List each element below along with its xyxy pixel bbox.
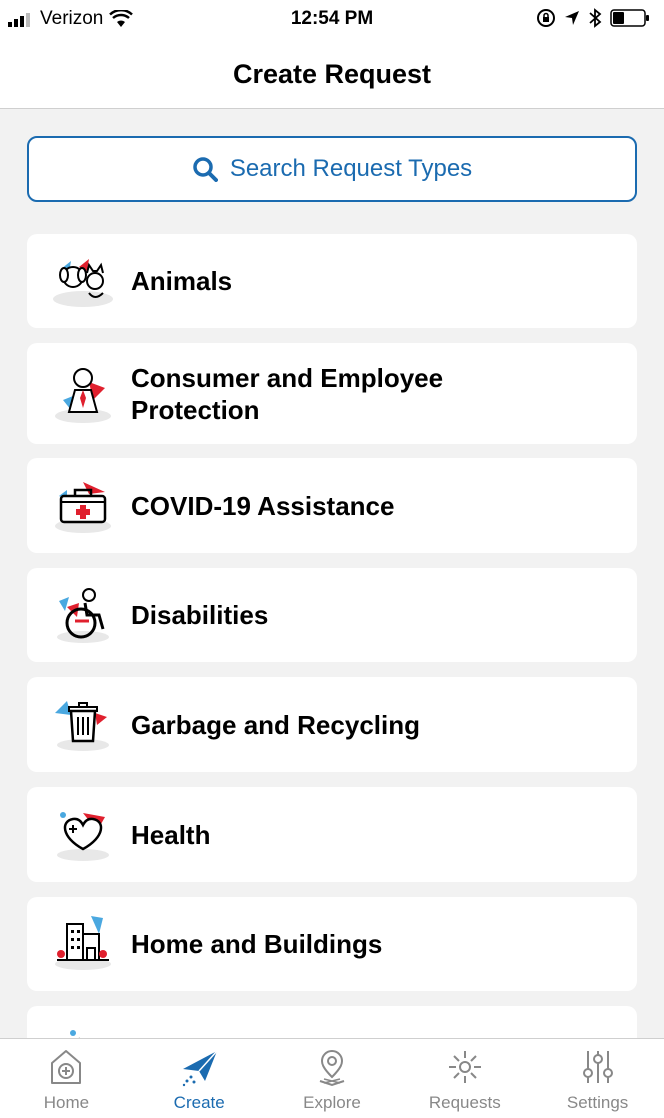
category-label: Garbage and Recycling	[131, 709, 420, 740]
map-pin-icon	[319, 1050, 345, 1087]
category-label: Consumer and Employee Protection	[131, 362, 444, 425]
category-health[interactable]: Health	[27, 787, 637, 882]
accessibility-icon	[57, 588, 109, 643]
status-bar: Verizon 12:54 PM	[0, 0, 664, 40]
sparkle-icon	[448, 1051, 481, 1083]
request-type-list[interactable]: Search Request Types Animals Consumer an…	[0, 109, 664, 1038]
category-animals[interactable]: Animals	[27, 234, 637, 328]
bluetooth-icon	[589, 8, 602, 28]
category-home-and-buildings[interactable]: Home and Buildings	[27, 897, 637, 991]
category-label: Disabilities	[131, 600, 269, 630]
home-icon	[51, 1050, 82, 1084]
buildings-icon	[55, 916, 111, 970]
tab-home[interactable]: Home	[0, 1039, 133, 1118]
tab-bar: Home Create Explore Requests Settings	[0, 1038, 664, 1118]
first-aid-kit-icon	[55, 481, 111, 533]
search-request-types-button[interactable]: Search Request Types	[27, 136, 637, 202]
plant-icon	[70, 1030, 95, 1038]
consumer-protection-icon	[55, 367, 111, 423]
tab-label: Explore	[303, 1093, 361, 1112]
heart-icon	[57, 811, 109, 861]
category-partial[interactable]	[27, 1006, 637, 1038]
category-label: COVID-19 Assistance	[131, 490, 395, 521]
category-covid-19-assistance[interactable]: COVID-19 Assistance	[27, 458, 637, 553]
battery-icon	[610, 9, 649, 27]
sliders-icon	[582, 1051, 613, 1083]
paper-plane-icon	[182, 1050, 218, 1087]
search-icon	[193, 157, 218, 182]
category-label: Health	[131, 819, 211, 850]
tab-create[interactable]: Create	[133, 1039, 266, 1118]
category-label: Animals	[131, 266, 233, 296]
navigation-bar: Create Request	[0, 40, 664, 109]
tab-label: Home	[43, 1093, 90, 1112]
trash-can-icon	[55, 700, 109, 751]
tab-requests[interactable]: Requests	[398, 1039, 531, 1118]
tab-settings[interactable]: Settings	[531, 1039, 664, 1118]
tab-label: Requests	[428, 1093, 501, 1112]
status-right	[536, 8, 650, 28]
page-title: Create Request	[232, 58, 432, 89]
search-label: Search Request Types	[229, 155, 473, 182]
tab-explore[interactable]: Explore	[266, 1039, 399, 1118]
category-label: Home and Buildings	[131, 929, 383, 959]
animals-icon	[53, 259, 113, 307]
category-disabilities[interactable]: Disabilities	[27, 568, 637, 662]
tab-label: Create	[173, 1093, 225, 1112]
location-arrow-icon	[565, 11, 579, 25]
tab-label: Settings	[566, 1093, 629, 1112]
category-garbage-and-recycling[interactable]: Garbage and Recycling	[27, 677, 637, 772]
category-consumer-and-employee-protection[interactable]: Consumer and Employee Protection	[27, 343, 637, 444]
orientation-lock-icon	[537, 9, 555, 27]
